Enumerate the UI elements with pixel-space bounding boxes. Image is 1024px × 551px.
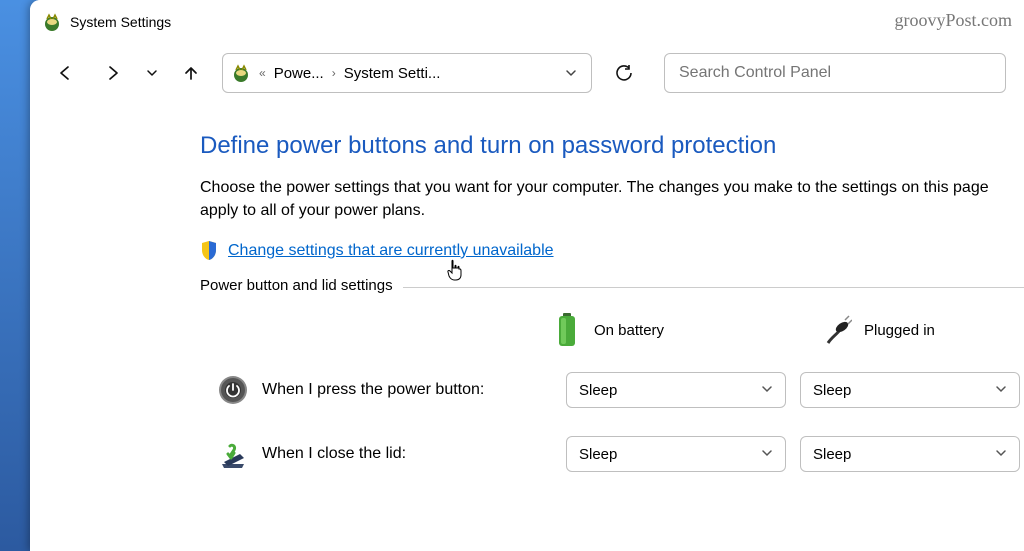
power-button-label: When I press the power button: bbox=[262, 381, 552, 399]
dropdown-value: Sleep bbox=[813, 382, 851, 399]
admin-link-row: Change settings that are currently unava… bbox=[200, 240, 1024, 261]
page-heading: Define power buttons and turn on passwor… bbox=[200, 132, 1024, 160]
dropdown-value: Sleep bbox=[579, 382, 617, 399]
titlebar: System Settings groovyPost.com bbox=[30, 0, 1024, 44]
power-button-battery-dropdown[interactable]: Sleep bbox=[566, 372, 786, 408]
breadcrumb-dropdown[interactable] bbox=[559, 66, 583, 80]
app-icon bbox=[42, 12, 62, 32]
breadcrumb-bar[interactable]: « Powe... › System Setti... bbox=[222, 53, 592, 93]
forward-button[interactable] bbox=[96, 56, 130, 90]
dropdown-value: Sleep bbox=[579, 446, 617, 463]
breadcrumb-seg-1[interactable]: Powe... bbox=[274, 65, 324, 82]
power-button-lid-fieldset: Power button and lid settings On battery bbox=[200, 287, 1024, 486]
close-lid-row: When I close the lid: Sleep Sleep bbox=[200, 422, 1024, 486]
refresh-button[interactable] bbox=[606, 55, 642, 91]
chevron-down-icon bbox=[761, 448, 773, 460]
change-settings-link[interactable]: Change settings that are currently unava… bbox=[228, 242, 554, 260]
plugged-in-label: Plugged in bbox=[864, 322, 935, 339]
hand-cursor-icon bbox=[445, 258, 465, 282]
shield-icon bbox=[200, 240, 218, 261]
window-title: System Settings bbox=[70, 14, 171, 30]
breadcrumb-app-icon bbox=[231, 63, 251, 83]
content: Define power buttons and turn on passwor… bbox=[30, 102, 1024, 486]
chevron-down-icon bbox=[995, 448, 1007, 460]
chevron-down-icon bbox=[761, 384, 773, 396]
fieldset-label: Power button and lid settings bbox=[200, 277, 403, 294]
power-button-row: When I press the power button: Sleep Sle… bbox=[200, 358, 1024, 422]
close-lid-label: When I close the lid: bbox=[262, 445, 552, 463]
search-input[interactable] bbox=[664, 53, 1006, 93]
laptop-lid-icon bbox=[218, 434, 248, 474]
on-battery-column: On battery bbox=[552, 310, 712, 350]
watermark: groovyPost.com bbox=[894, 10, 1012, 31]
battery-icon bbox=[552, 310, 582, 350]
up-button[interactable] bbox=[174, 56, 208, 90]
close-lid-plugged-dropdown[interactable]: Sleep bbox=[800, 436, 1020, 472]
system-settings-window: System Settings groovyPost.com « Powe...… bbox=[30, 0, 1024, 551]
columns-header: On battery Plugged in bbox=[200, 302, 1024, 358]
dropdown-value: Sleep bbox=[813, 446, 851, 463]
chevron-down-icon bbox=[995, 384, 1007, 396]
history-dropdown[interactable] bbox=[144, 56, 160, 90]
close-lid-battery-dropdown[interactable]: Sleep bbox=[566, 436, 786, 472]
plugged-in-column: Plugged in bbox=[822, 310, 982, 350]
chevron-right-icon: › bbox=[330, 66, 338, 80]
breadcrumb-prefix-chevron: « bbox=[257, 66, 268, 80]
plug-icon bbox=[822, 310, 852, 350]
power-button-plugged-dropdown[interactable]: Sleep bbox=[800, 372, 1020, 408]
page-description: Choose the power settings that you want … bbox=[200, 176, 1024, 222]
power-button-icon bbox=[218, 370, 248, 410]
on-battery-label: On battery bbox=[594, 322, 664, 339]
breadcrumb-seg-2[interactable]: System Setti... bbox=[344, 65, 441, 82]
navbar: « Powe... › System Setti... bbox=[30, 44, 1024, 102]
back-button[interactable] bbox=[48, 56, 82, 90]
